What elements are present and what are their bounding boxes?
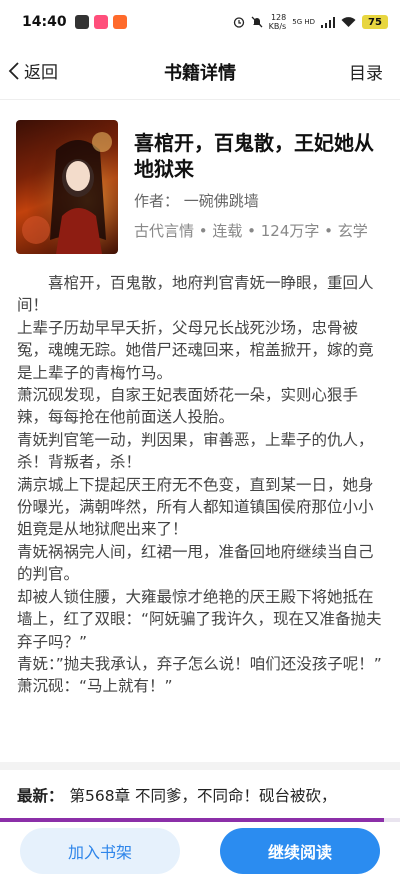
synopsis-paragraph: 上辈子历劫早早夭折，父母兄长战死沙场，忠骨被冤，魂魄无踪。她借尸还魂回来，棺盖掀… (17, 318, 374, 382)
synopsis-paragraph: 萧沉砚：“马上就有！” (17, 677, 173, 696)
back-button[interactable]: 返回 (8, 58, 58, 83)
status-bar: 14:40 128 KB/s 5G HD 75 (0, 0, 400, 44)
status-time: 14:40 (22, 14, 67, 30)
net-speed-value: 128 (270, 13, 287, 22)
book-meta: 古代言情 • 连载 • 124万字 • 玄学 (134, 222, 368, 240)
signal-icon (321, 16, 335, 28)
synopsis-paragraph: 喜棺开，百鬼散，地府判官青妩一睁眼，重回人间！ (17, 274, 374, 315)
synopsis-paragraph: 青妩：”抛夫我承认，弃子怎么说！咱们还没孩子呢！” (17, 654, 382, 673)
chevron-left-icon (8, 61, 19, 80)
catalog-button[interactable]: 目录 (349, 59, 383, 84)
book-author[interactable]: 作者： 一碗佛跳墙 (134, 190, 259, 211)
app-notification-icon (112, 15, 127, 29)
net-speed: 128 KB/s (269, 13, 287, 31)
book-synopsis: 喜棺开，百鬼散，地府判官青妩一睁眼，重回人间！ 上辈子历劫早早夭折，父母兄长战死… (17, 272, 387, 698)
section-divider (0, 762, 400, 770)
status-right: 128 KB/s 5G HD 75 (233, 13, 388, 31)
continue-reading-button[interactable]: 继续阅读 (220, 828, 380, 874)
alarm-icon (233, 17, 244, 28)
app-notification-icon (93, 15, 108, 29)
back-label: 返回 (24, 63, 58, 83)
battery-icon: 75 (362, 15, 388, 29)
synopsis-paragraph: 青妩判官笔一动，判因果，审善恶，上辈子的仇人，杀！背叛者，杀！ (17, 430, 374, 472)
bottom-action-bar: 加入书架 继续阅读 (0, 822, 400, 889)
synopsis-paragraph: 却被人锁住腰，大雍最惊才绝艳的厌王殿下将她抵在墙上，红了双眼：“阿妩骗了我许久，… (17, 587, 382, 651)
network-label: 5G HD (292, 18, 315, 26)
page-title: 书籍详情 (164, 63, 236, 84)
nav-bar: 书籍详情 返回 目录 (0, 44, 400, 100)
add-to-shelf-button[interactable]: 加入书架 (20, 828, 180, 874)
synopsis-paragraph: 满京城上下提起厌王府无不色变，直到某一日，她身份曝光，满朝哗然，所有人都知道镇国… (17, 475, 374, 539)
latest-chapter-title: 第568章 不同爹，不同命！砚台被砍， (69, 787, 337, 805)
latest-chapter[interactable]: 最新： 第568章 不同爹，不同命！砚台被砍， (17, 784, 393, 806)
book-title: 喜棺开，百鬼散，王妃她从地狱来 (134, 131, 374, 181)
mute-icon (251, 16, 263, 28)
book-cover-art (16, 120, 118, 254)
net-speed-unit: KB/s (268, 22, 287, 31)
book-cover[interactable] (16, 120, 118, 254)
synopsis-paragraph: 青妩祸祸完人间，红裙一甩，准备回地府继续当自己的判官。 (17, 542, 374, 584)
notification-icons (74, 15, 127, 29)
wifi-icon (341, 16, 356, 27)
synopsis-paragraph: 萧沉砚发现，自家王妃表面娇花一朵，实则心狠手辣，每每抢在他前面送人投胎。 (17, 386, 359, 427)
app-notification-icon (74, 15, 89, 29)
latest-label: 最新： (17, 787, 64, 805)
